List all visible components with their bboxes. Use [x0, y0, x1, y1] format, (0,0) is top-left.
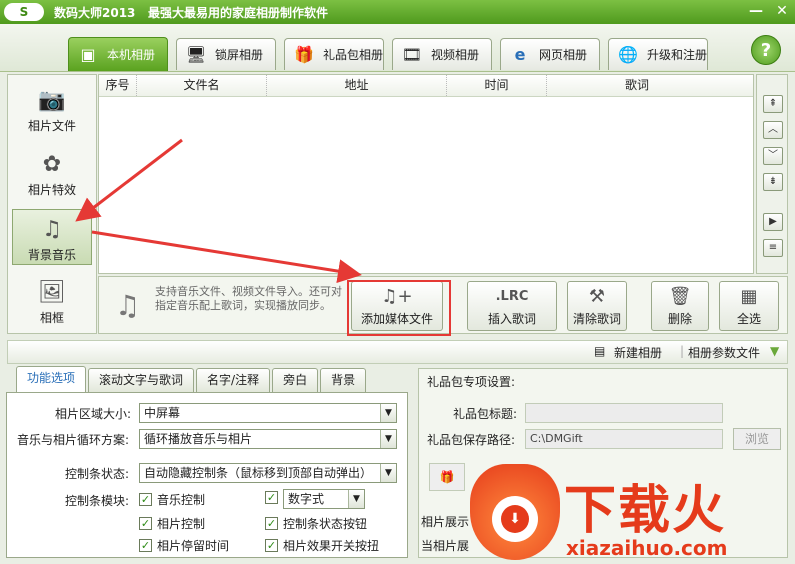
download-icon: ⬇ — [492, 496, 538, 542]
watermark-logo: ⬇ 下载火 xiazaihuo.com — [466, 462, 795, 564]
watermark-text: 下载火 — [564, 481, 727, 541]
watermark-url: xiazaihuo.com — [566, 536, 728, 560]
